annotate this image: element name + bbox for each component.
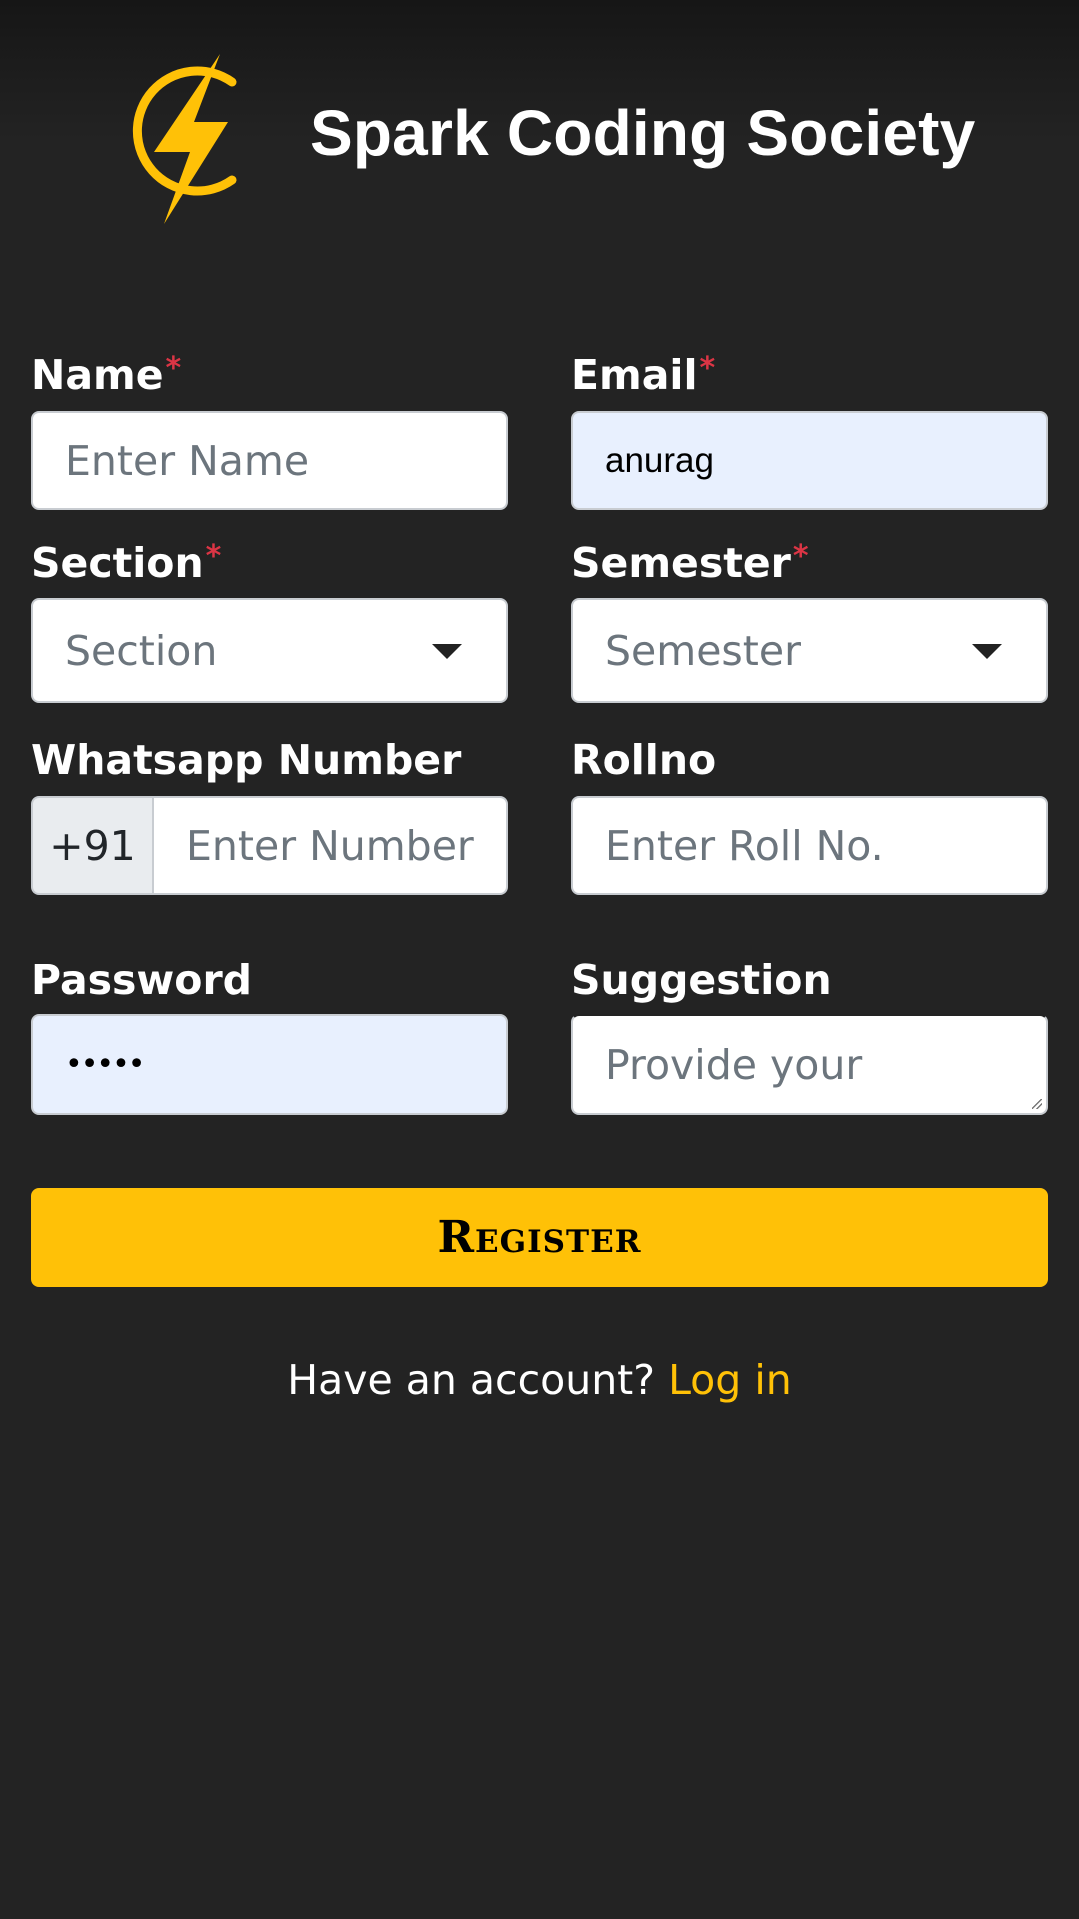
required-asterisk: * — [699, 351, 716, 386]
email-label: Email* — [571, 351, 716, 399]
chevron-down-icon — [432, 643, 462, 659]
login-prompt: Have an account? Log in — [0, 1356, 1079, 1404]
brand-title: Spark Coding Society — [310, 97, 976, 169]
section-select[interactable]: Section — [31, 598, 508, 703]
suggestion-placeholder: Provide your — [605, 1040, 863, 1089]
semester-selected-value: Semester — [605, 626, 801, 675]
password-label: Password — [31, 956, 253, 1004]
whatsapp-input-group: +91 Enter Number — [31, 796, 508, 895]
password-field-group: Password ••••• — [31, 955, 508, 1115]
chevron-down-icon — [972, 643, 1002, 659]
semester-field-group: Semester* Semester — [571, 538, 1048, 703]
email-value: anurag — [605, 440, 714, 480]
whatsapp-label: Whatsapp Number — [31, 736, 462, 784]
name-placeholder: Enter Name — [65, 436, 310, 485]
section-selected-value: Section — [65, 626, 218, 675]
section-label: Section* — [31, 539, 222, 587]
login-link[interactable]: Log in — [668, 1356, 792, 1404]
semester-label: Semester* — [571, 539, 809, 587]
rollno-input[interactable]: Enter Roll No. — [571, 796, 1048, 895]
password-masked-value: ••••• — [65, 1047, 145, 1082]
rollno-placeholder: Enter Roll No. — [605, 821, 884, 870]
suggestion-textarea[interactable]: Provide your — [571, 1014, 1048, 1115]
login-prompt-text: Have an account? — [287, 1356, 669, 1404]
resize-handle-icon[interactable] — [1032, 1099, 1042, 1109]
suggestion-label: Suggestion — [571, 956, 832, 1004]
whatsapp-placeholder: Enter Number — [186, 821, 474, 870]
rollno-field-group: Rollno Enter Roll No. — [571, 735, 1048, 895]
whatsapp-input[interactable]: Enter Number — [152, 796, 508, 895]
suggestion-field-group: Suggestion Provide your — [571, 955, 1048, 1115]
email-input[interactable]: anurag — [571, 411, 1048, 510]
semester-select[interactable]: Semester — [571, 598, 1048, 703]
register-button[interactable]: Register — [31, 1188, 1048, 1287]
required-asterisk: * — [165, 351, 182, 386]
email-field-group: Email* anurag — [571, 350, 1048, 510]
name-field-group: Name* Enter Name — [31, 350, 508, 510]
name-label: Name* — [31, 351, 182, 399]
required-asterisk: * — [792, 539, 809, 574]
password-input[interactable]: ••••• — [31, 1014, 508, 1115]
country-code-prefix: +91 — [31, 796, 152, 895]
name-input[interactable]: Enter Name — [31, 411, 508, 510]
header: Spark Coding Society — [0, 0, 1079, 240]
lightning-bolt-logo-icon — [132, 54, 237, 224]
required-asterisk: * — [205, 539, 222, 574]
whatsapp-field-group: Whatsapp Number +91 Enter Number — [31, 735, 508, 895]
section-field-group: Section* Section — [31, 538, 508, 703]
rollno-label: Rollno — [571, 736, 717, 784]
